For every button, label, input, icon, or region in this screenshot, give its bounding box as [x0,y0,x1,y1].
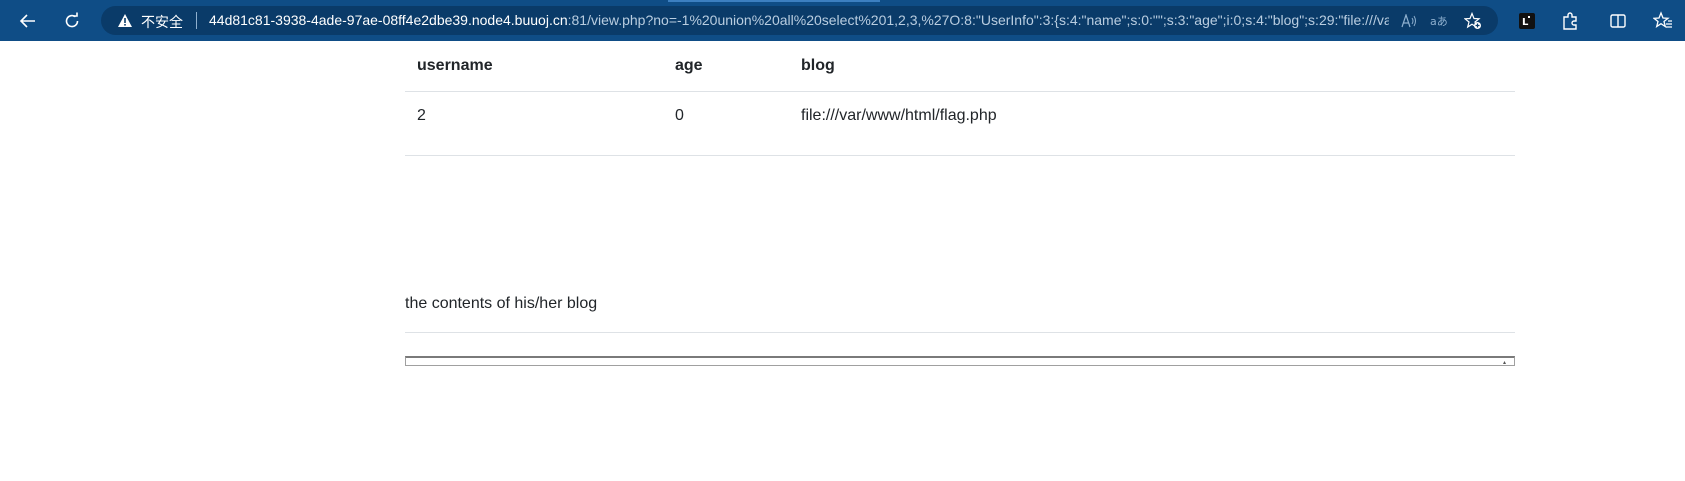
split-screen-button[interactable] [1603,6,1633,36]
table-row: 2 0 file:///var/www/html/flag.php [405,91,1515,141]
table-bottom-divider [405,155,1515,156]
blog-contents-iframe[interactable]: ▴ [405,356,1515,366]
warning-icon[interactable] [117,13,133,28]
user-table: username age blog 2 0 file:///var/www/ht… [405,41,1515,141]
refresh-button[interactable] [57,6,87,36]
blog-contents-heading: the contents of his/her blog [405,295,598,312]
svg-text:aあ: aあ [1430,15,1448,28]
url-text[interactable]: 44d81c81-3938-4ade-97ae-08ff4e2dbe39.nod… [209,12,1389,28]
address-divider [196,12,197,29]
extensions-button[interactable] [1555,6,1585,36]
svg-text:L: L [1522,17,1529,28]
url-host: 44d81c81-3938-4ade-97ae-08ff4e2dbe39.nod… [209,12,568,28]
back-button[interactable] [13,6,43,36]
extension-button[interactable]: L [1512,6,1542,36]
cell-blog: file:///var/www/html/flag.php [801,107,997,124]
translate-icon[interactable]: aあ [1429,11,1449,31]
favorites-icon [1653,11,1672,28]
table-header-row: username age blog [405,41,1515,92]
active-tab-indicator [668,0,880,2]
split-screen-icon [1610,14,1626,28]
url-path: :81/view.php?no=-1%20union%20all%20selec… [567,12,1389,28]
page-content: username age blog 2 0 file:///var/www/ht… [405,41,1515,366]
address-bar[interactable]: 不安全 44d81c81-3938-4ade-97ae-08ff4e2dbe39… [101,6,1498,35]
scroll-arrow-icon[interactable]: ▴ [1503,360,1506,366]
column-header-age: age [663,41,789,92]
puzzle-icon [1563,12,1577,30]
cell-age: 0 [675,107,684,124]
security-status-label[interactable]: 不安全 [141,12,183,32]
favorites-button[interactable] [1648,6,1678,36]
favorite-add-icon[interactable] [1463,11,1483,31]
column-header-blog: blog [789,41,1515,92]
refresh-icon [65,12,79,28]
read-aloud-icon[interactable] [1399,11,1419,31]
browser-toolbar: 不安全 44d81c81-3938-4ade-97ae-08ff4e2dbe39… [0,0,1685,41]
extension-icon: L [1519,13,1535,29]
column-header-username: username [405,41,663,92]
blog-divider [405,332,1515,333]
cell-username: 2 [417,107,426,124]
back-arrow-icon [19,14,35,28]
